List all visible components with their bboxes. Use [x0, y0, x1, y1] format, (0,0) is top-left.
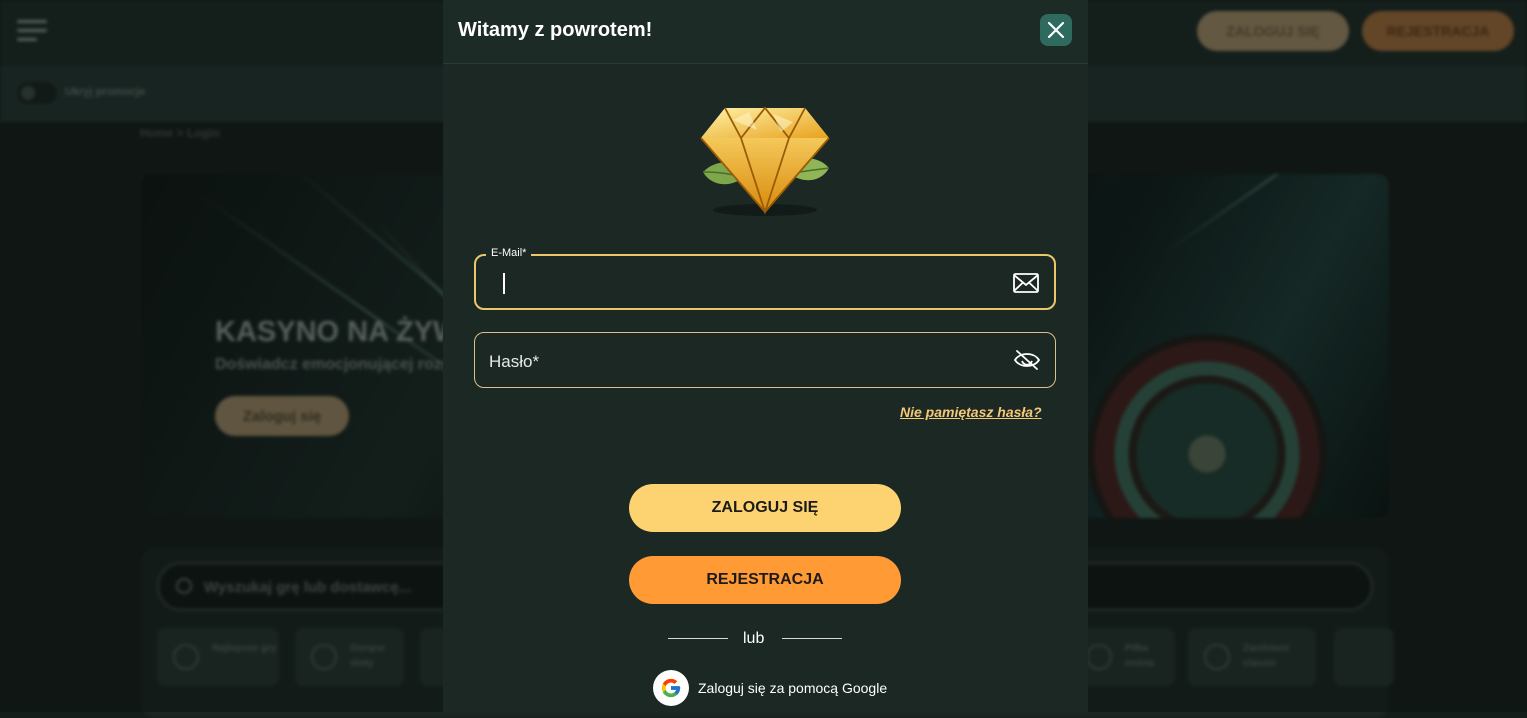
google-login-label: Zaloguj się za pomocą Google	[698, 680, 888, 696]
text-caret	[503, 273, 505, 294]
google-login-button[interactable]: Zaloguj się za pomocą Google	[653, 670, 887, 706]
forgot-password-link[interactable]: Nie pamiętasz hasła?	[900, 404, 1042, 420]
login-modal: Witamy z powrotem! E-Mail* Hasło* Nie pa…	[443, 0, 1088, 712]
divider-line	[668, 638, 728, 639]
close-button[interactable]	[1040, 14, 1072, 46]
register-button[interactable]: REJESTRACJA	[629, 556, 901, 604]
modal-header: Witamy z powrotem!	[443, 0, 1088, 64]
or-divider: lub	[668, 630, 842, 648]
modal-title: Witamy z powrotem!	[458, 19, 653, 41]
password-field[interactable]: Hasło*	[474, 332, 1056, 388]
email-field[interactable]: E-Mail*	[474, 247, 1056, 310]
password-placeholder: Hasło*	[489, 352, 540, 371]
close-icon	[1047, 21, 1065, 39]
diamond-icon	[700, 106, 830, 216]
or-text: lub	[743, 630, 765, 647]
login-button[interactable]: ZALOGUJ SIĘ	[629, 484, 901, 532]
divider-line	[782, 638, 842, 639]
envelope-icon	[1013, 273, 1039, 293]
eye-off-icon[interactable]	[1013, 347, 1041, 373]
google-icon	[653, 670, 689, 706]
email-input[interactable]	[490, 256, 1010, 308]
